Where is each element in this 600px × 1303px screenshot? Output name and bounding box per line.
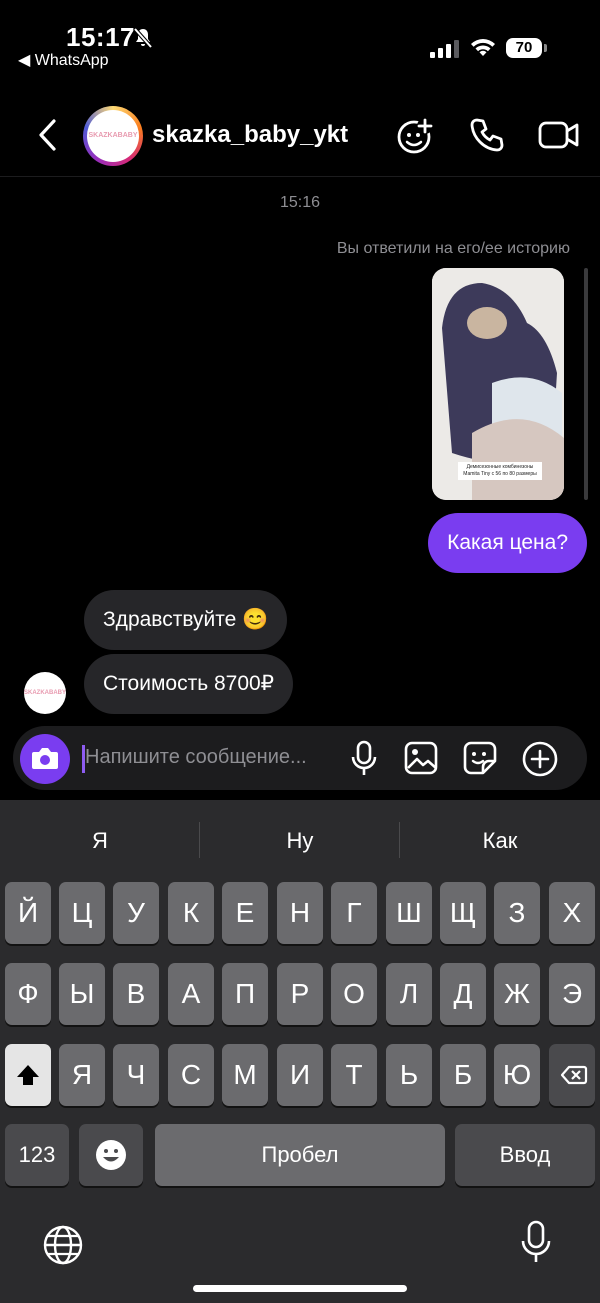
key[interactable]: Э — [549, 963, 595, 1025]
outgoing-message[interactable]: Какая цена? — [428, 513, 587, 573]
suggestion-2[interactable]: Ну — [200, 828, 400, 854]
key[interactable]: С — [168, 1044, 214, 1106]
story-scrollbar — [584, 268, 588, 500]
key[interactable]: Ш — [386, 882, 432, 944]
back-to-app-link[interactable]: ◀ WhatsApp — [18, 50, 109, 70]
key[interactable]: Д — [440, 963, 486, 1025]
key[interactable]: Б — [440, 1044, 486, 1106]
camera-icon — [32, 748, 58, 769]
cellular-signal-icon — [430, 40, 459, 58]
message-input[interactable]: Напишите сообщение... — [85, 746, 307, 769]
key[interactable]: О — [331, 963, 377, 1025]
emoji-icon — [96, 1140, 126, 1170]
sticker-add-icon[interactable] — [395, 116, 435, 156]
key[interactable]: Г — [331, 882, 377, 944]
story-reply-label: Вы ответили на его/ее историю — [336, 240, 570, 257]
gallery-icon[interactable] — [403, 740, 439, 776]
key[interactable]: Р — [277, 963, 323, 1025]
sender-avatar[interactable]: SKAZKABABY — [24, 672, 66, 714]
globe-icon[interactable] — [42, 1224, 84, 1266]
emoji-key[interactable] — [79, 1124, 143, 1186]
key[interactable]: В — [113, 963, 159, 1025]
key[interactable]: Х — [549, 882, 595, 944]
key[interactable]: Т — [331, 1044, 377, 1106]
camera-button[interactable] — [20, 734, 70, 784]
key[interactable]: И — [277, 1044, 323, 1106]
dictation-microphone-icon[interactable] — [520, 1220, 552, 1266]
incoming-message[interactable]: Здравствуйте 😊 — [84, 590, 288, 650]
battery-level: 70 — [506, 38, 542, 58]
incoming-message[interactable]: Стоимость 8700₽ — [84, 654, 294, 714]
key[interactable]: Ы — [59, 963, 105, 1025]
key[interactable]: Е — [222, 882, 268, 944]
key[interactable]: М — [222, 1044, 268, 1106]
profile-avatar[interactable]: SKAZKABABY — [87, 110, 139, 162]
key[interactable]: А — [168, 963, 214, 1025]
microphone-icon[interactable] — [350, 740, 378, 778]
sticker-icon[interactable] — [462, 740, 498, 776]
key[interactable]: Ч — [113, 1044, 159, 1106]
key[interactable]: Щ — [440, 882, 486, 944]
chat-username[interactable]: skazka_baby_ykt — [152, 121, 348, 149]
key[interactable]: У — [113, 882, 159, 944]
chat-timestamp: 15:16 — [279, 194, 321, 211]
video-call-icon[interactable] — [538, 118, 580, 152]
key[interactable]: К — [168, 882, 214, 944]
key[interactable]: Н — [277, 882, 323, 944]
suggestion-1[interactable]: Я — [0, 828, 200, 854]
wifi-icon — [471, 39, 495, 56]
plus-circle-icon[interactable] — [521, 740, 559, 778]
phone-call-icon[interactable] — [468, 116, 506, 154]
key[interactable]: П — [222, 963, 268, 1025]
story-caption: Демисезонные комбинезоны Mamita Tiny с 5… — [458, 462, 542, 480]
numbers-key[interactable]: 123 — [5, 1124, 69, 1186]
home-indicator[interactable] — [193, 1285, 407, 1292]
space-key[interactable]: Пробел — [155, 1124, 445, 1186]
key[interactable]: Ц — [59, 882, 105, 944]
key[interactable]: Л — [386, 963, 432, 1025]
shift-key[interactable] — [5, 1044, 51, 1106]
key[interactable]: Ю — [494, 1044, 540, 1106]
battery-icon — [544, 44, 547, 52]
key[interactable]: Й — [5, 882, 51, 944]
shift-arrow-icon — [17, 1065, 39, 1085]
header-divider — [0, 176, 600, 177]
key[interactable]: З — [494, 882, 540, 944]
key[interactable]: Я — [59, 1044, 105, 1106]
suggestion-3[interactable]: Как — [400, 828, 600, 854]
backspace-key[interactable] — [549, 1044, 595, 1106]
status-time: 15:17 — [66, 22, 135, 52]
key[interactable]: Ж — [494, 963, 540, 1025]
key[interactable]: Ь — [386, 1044, 432, 1106]
back-arrow-icon[interactable] — [36, 118, 58, 152]
backspace-icon — [560, 1065, 588, 1085]
bell-muted-icon — [133, 27, 153, 49]
return-key[interactable]: Ввод — [455, 1124, 595, 1186]
key[interactable]: Ф — [5, 963, 51, 1025]
